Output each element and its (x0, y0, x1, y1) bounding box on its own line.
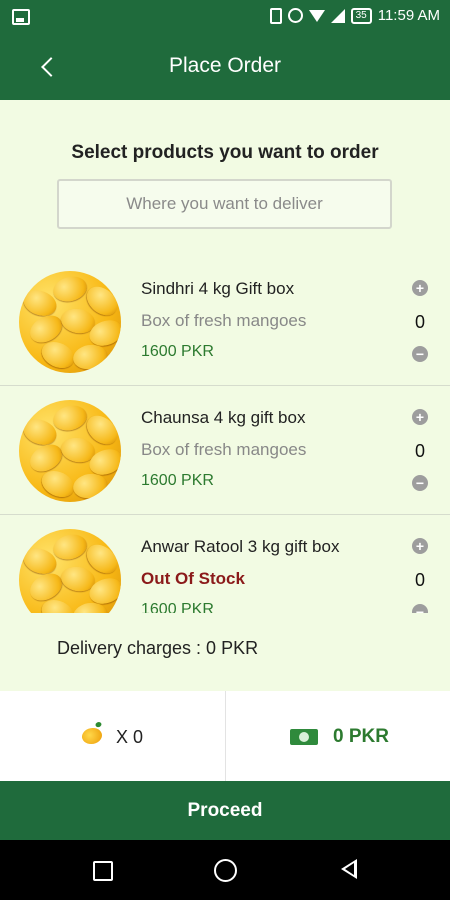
product-name: Sindhri 4 kg Gift box (141, 279, 295, 298)
product-item: Anwar Ratool 3 kg gift box Out Of Stock … (0, 516, 450, 613)
product-description: Box of fresh mangoes (141, 311, 307, 330)
signal-icon (330, 8, 345, 23)
gallery-icon (12, 9, 30, 25)
product-description: Box of fresh mangoes (141, 440, 307, 459)
order-total: 0 PKR (333, 726, 389, 747)
product-name: Chaunsa 4 kg gift box (141, 408, 306, 427)
status-bar: 35 11:59 AM (0, 0, 450, 34)
proceed-button[interactable]: Proceed (0, 781, 450, 840)
recents-icon[interactable] (93, 861, 113, 881)
home-icon[interactable] (214, 859, 237, 882)
product-name: Anwar Ratool 3 kg gift box (141, 537, 340, 556)
product-image (19, 271, 121, 373)
battery-icon: 35 (350, 7, 372, 24)
total-cell: 0 PKR (226, 691, 450, 781)
product-quantity: 0 (414, 441, 425, 461)
minus-icon[interactable]: − (412, 346, 428, 362)
wifi-icon (308, 9, 325, 22)
minus-icon[interactable]: − (412, 604, 428, 613)
system-nav-bar (0, 840, 450, 900)
mango-icon (79, 725, 105, 747)
minus-icon[interactable]: − (412, 475, 428, 491)
product-image (19, 529, 121, 613)
section-heading: Select products you want to order (71, 142, 379, 163)
vibrate-icon (269, 7, 282, 24)
out-of-stock-label: Out Of Stock (141, 569, 245, 588)
product-image (19, 400, 121, 502)
product-item: Sindhri 4 kg Gift box Box of fresh mango… (0, 258, 450, 386)
status-icons: 35 11:59 AM (269, 7, 440, 24)
plus-icon[interactable]: + (412, 280, 428, 296)
alarm-icon (287, 8, 303, 23)
money-icon (290, 729, 318, 745)
item-count-cell: X 0 (0, 691, 226, 781)
item-count: X 0 (116, 727, 144, 747)
product-quantity: 0 (414, 570, 425, 590)
product-list[interactable]: Sindhri 4 kg Gift box Box of fresh mango… (0, 258, 450, 613)
delivery-charges: Delivery charges : 0 PKR (57, 638, 259, 658)
app-bar: Place Order (0, 34, 450, 100)
product-item: Chaunsa 4 kg gift box Box of fresh mango… (0, 387, 450, 515)
product-price: 1600 PKR (141, 601, 214, 613)
page-title: Place Order (168, 54, 282, 77)
clock: 11:59 AM (377, 7, 440, 24)
nav-back-icon[interactable] (341, 859, 357, 879)
plus-icon[interactable]: + (412, 409, 428, 425)
product-quantity: 0 (414, 312, 425, 332)
delivery-address-input[interactable] (57, 179, 392, 229)
product-price: 1600 PKR (141, 343, 214, 360)
plus-icon[interactable]: + (412, 538, 428, 554)
product-price: 1600 PKR (141, 472, 214, 489)
order-summary: X 0 0 PKR (0, 691, 450, 781)
